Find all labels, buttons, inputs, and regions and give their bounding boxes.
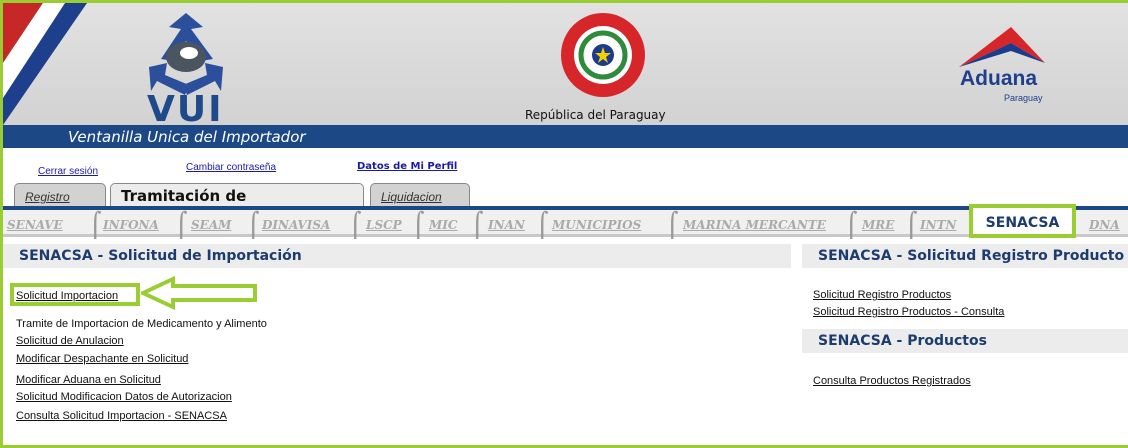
section-title-productos: SENACSA - Productos (802, 329, 1128, 353)
tab-separator: ⌠ (905, 211, 918, 239)
profile-link[interactable]: Datos de Mi Perfil (357, 161, 457, 172)
arrow-left-icon (141, 276, 257, 310)
subtab-dna[interactable]: DNA (1089, 218, 1120, 232)
link-solicitud-registro-productos[interactable]: Solicitud Registro Productos (813, 289, 951, 301)
banner-bar: Ventanilla Unica del Importador (3, 125, 1128, 148)
tab-tramitacion[interactable]: Tramitación de Importación (110, 183, 364, 223)
tab-separator: ⌠ (412, 211, 425, 239)
change-password-link[interactable]: Cambiar contraseña (186, 162, 276, 173)
section-title-registro-producto: SENACSA - Solicitud Registro Producto (802, 244, 1128, 268)
aduana-roof-icon (959, 27, 1045, 67)
subtab-dinavisa[interactable]: DINAVISA (262, 218, 330, 232)
link-solicitud-importacion[interactable]: Solicitud Importacion (16, 290, 118, 302)
link-consulta-solicitud[interactable]: Consulta Solicitud Importacion - SENACSA (16, 410, 227, 422)
logout-link[interactable]: Cerrar sesión (38, 166, 98, 177)
subtab-senacsa[interactable]: SENACSA (969, 204, 1076, 238)
subtab-senave[interactable]: SENAVE (7, 218, 63, 232)
banner-title: Ventanilla Unica del Importador (68, 128, 306, 146)
tab-separator: ⌠ (89, 211, 102, 239)
subtab-seam[interactable]: SEAM (191, 218, 231, 232)
subtab-municipios[interactable]: MUNICIPIOS (552, 218, 641, 232)
section-title-solicitud-importacion: SENACSA - Solicitud de Importación (3, 244, 791, 268)
text-tramite-medicamento: Tramite de Importacion de Medicamento y … (16, 318, 267, 330)
subtab-infona[interactable]: INFONA (103, 218, 159, 232)
subtab-mic[interactable]: MIC (429, 218, 457, 232)
link-modificar-aduana[interactable]: Modificar Aduana en Solicitud (16, 374, 161, 386)
country-label: República del Paraguay (525, 108, 666, 122)
aduana-logo-subtext: Paraguay (1004, 93, 1043, 103)
tab-separator: ⌠ (175, 211, 188, 239)
subtab-inan[interactable]: INAN (488, 218, 525, 232)
tab-separator: ⌠ (247, 211, 260, 239)
subtab-intn[interactable]: INTN (920, 218, 956, 232)
flag-stripes-icon (3, 3, 87, 125)
national-seal-icon (561, 13, 645, 97)
link-registro-productos-consulta[interactable]: Solicitud Registro Productos - Consulta (813, 306, 1004, 318)
tab-separator: ⌠ (536, 211, 549, 239)
tab-separator: ⌠ (845, 211, 858, 239)
vui-logo-text: VUI (147, 89, 224, 125)
agency-tabs: SENAVE ⌠ INFONA ⌠ SEAM ⌠ DINAVISA ⌠ LSCP… (3, 204, 1128, 239)
header-banner: VUI República del Paraguay Aduana Paragu… (3, 3, 1128, 125)
tab-separator: ⌠ (349, 211, 362, 239)
subtab-marina-mercante[interactable]: MARINA MERCANTE (683, 218, 826, 232)
subtab-lscp[interactable]: LSCP (366, 218, 402, 232)
tab-liquidacion[interactable]: Liquidacion (370, 183, 470, 207)
subtab-mre[interactable]: MRE (862, 218, 894, 232)
aduana-logo-text: Aduana (960, 67, 1038, 90)
tab-separator: ⌠ (471, 211, 484, 239)
link-modificar-despachante[interactable]: Modificar Despachante en Solicitud (16, 353, 188, 365)
tab-registro[interactable]: Registro (14, 183, 106, 207)
link-solicitud-anulacion[interactable]: Solicitud de Anulacion (16, 335, 124, 347)
tab-separator: ⌠ (666, 211, 679, 239)
link-consulta-productos-registrados[interactable]: Consulta Productos Registrados (813, 375, 971, 387)
link-modificacion-autorizacion[interactable]: Solicitud Modificacion Datos de Autoriza… (16, 391, 232, 403)
